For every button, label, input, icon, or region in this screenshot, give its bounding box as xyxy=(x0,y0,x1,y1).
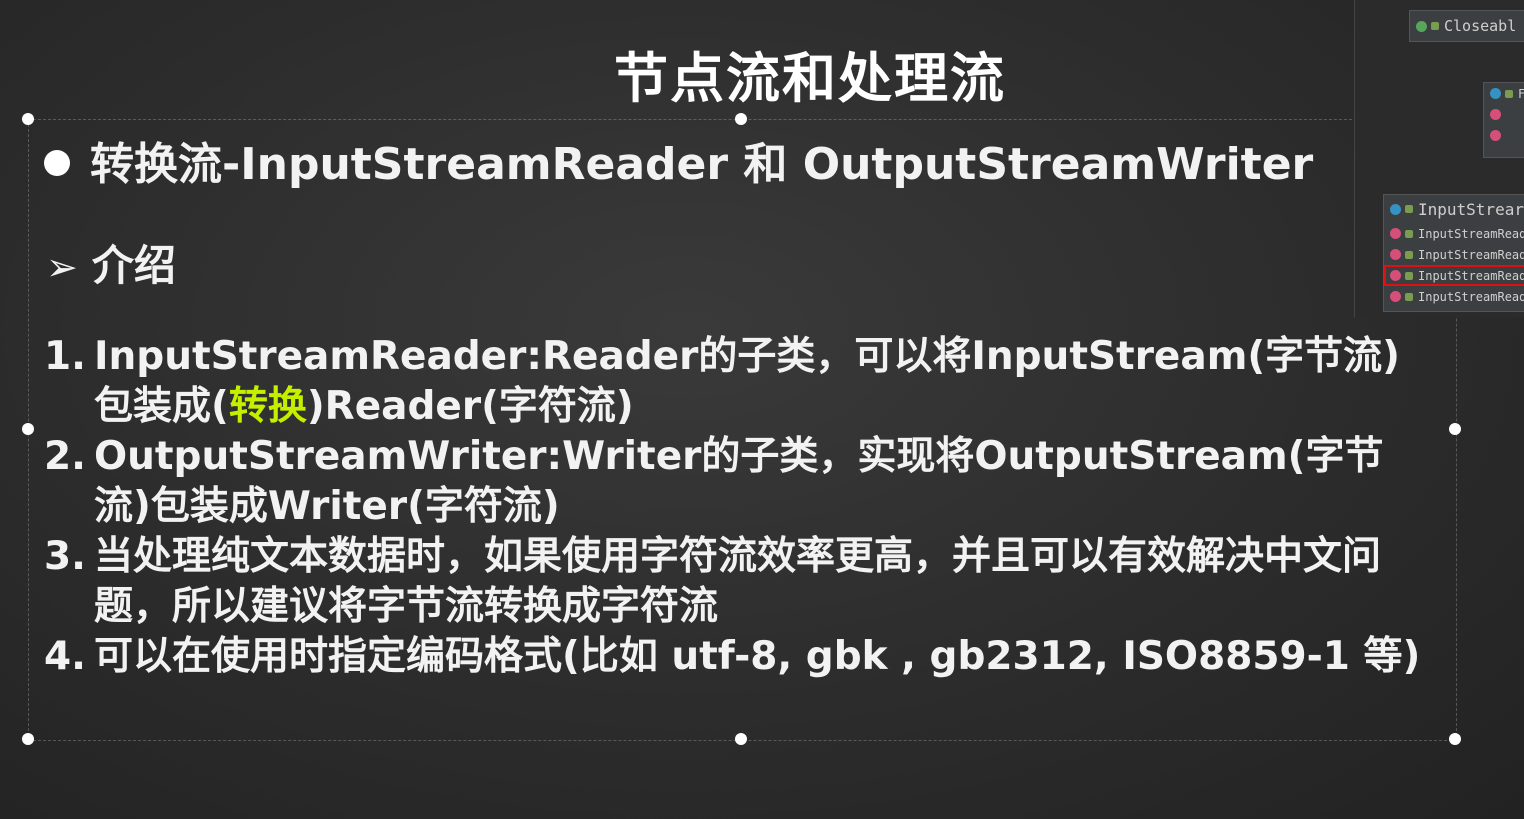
lock-icon xyxy=(1405,271,1413,280)
constructor-row[interactable]: InputStreamReade xyxy=(1384,223,1524,244)
list-item: 3. 当处理纯文本数据时，如果使用字符流效率更高，并且可以有效解决中文问题，所以… xyxy=(44,532,1434,632)
constructor-row[interactable]: InputStreamReade xyxy=(1384,244,1524,265)
middle-box-label: F xyxy=(1518,87,1524,101)
intro-list: 1. InputStreamReader:Reader的子类，可以将InputS… xyxy=(44,332,1434,682)
lock-icon xyxy=(1431,22,1439,30)
list-item: 1. InputStreamReader:Reader的子类，可以将InputS… xyxy=(44,332,1434,432)
lock-icon xyxy=(1405,292,1413,301)
list-item: 4. 可以在使用时指定编码格式(比如 utf-8, gbk , gb2312, … xyxy=(44,632,1434,682)
list-item-number: 1. xyxy=(44,334,86,379)
input-stream-reader-class-box[interactable]: InputStrear InputStreamReade InputStream… xyxy=(1383,194,1524,312)
class-icon xyxy=(1390,203,1401,215)
resize-handle-top-left[interactable] xyxy=(22,113,34,125)
list-item-text: 当处理纯文本数据时，如果使用字符流效率更高，并且可以有效解决中文问题，所以建议将… xyxy=(94,534,1382,629)
list-item-number: 4. xyxy=(44,634,86,679)
ide-diagram-panel: Closeabl F InputStrear InputStreamReade … xyxy=(1354,0,1524,318)
resize-handle-middle-right[interactable] xyxy=(1449,423,1461,435)
sub-heading: ➢ 介绍 xyxy=(46,232,176,293)
resize-handle-bottom-left[interactable] xyxy=(22,733,34,745)
arrow-bullet-icon: ➢ xyxy=(46,245,78,289)
method-icon xyxy=(1390,228,1401,239)
constructor-row[interactable]: InputStreamReade xyxy=(1384,286,1524,307)
class-icon xyxy=(1490,88,1501,99)
main-bullet-text: 转换流-InputStreamReader 和 OutputStreamWrit… xyxy=(90,139,1314,190)
list-item-text-end: )Reader(字符流) xyxy=(306,384,634,429)
input-stream-label: InputStrear xyxy=(1418,199,1524,219)
highlighted-text: 转换 xyxy=(228,384,307,429)
lock-icon xyxy=(1505,89,1513,98)
list-item-number: 3. xyxy=(44,534,86,579)
list-item-number: 2. xyxy=(44,434,86,479)
closeable-class-box[interactable]: Closeabl xyxy=(1409,10,1524,42)
closeable-label: Closeabl xyxy=(1444,17,1517,35)
resize-handle-bottom-right[interactable] xyxy=(1449,733,1461,745)
resize-handle-top-middle[interactable] xyxy=(735,113,747,125)
lock-icon xyxy=(1405,229,1413,238)
list-item-text: OutputStreamWriter:Writer的子类，实现将OutputSt… xyxy=(94,434,1384,529)
method-icon xyxy=(1490,130,1501,141)
resize-handle-bottom-middle[interactable] xyxy=(735,733,747,745)
list-item: 2. OutputStreamWriter:Writer的子类，实现将Outpu… xyxy=(44,432,1434,532)
lock-icon xyxy=(1405,250,1413,259)
list-item-text: 可以在使用时指定编码格式(比如 utf-8, gbk , gb2312, ISO… xyxy=(94,634,1421,679)
method-icon xyxy=(1490,109,1501,120)
reader-class-box[interactable]: F xyxy=(1483,82,1524,158)
method-icon xyxy=(1390,270,1401,281)
resize-handle-middle-left[interactable] xyxy=(22,423,34,435)
interface-icon xyxy=(1416,20,1427,32)
slide-title: 节点流和处理流 xyxy=(614,47,1006,110)
sub-heading-text: 介绍 xyxy=(91,241,176,290)
constructor-row-selected[interactable]: InputStreamReade xyxy=(1384,265,1524,286)
main-bullet: 转换流-InputStreamReader 和 OutputStreamWrit… xyxy=(44,128,1313,192)
bullet-dot-icon xyxy=(44,150,70,176)
method-icon xyxy=(1390,249,1401,260)
method-icon xyxy=(1390,291,1401,302)
lock-icon xyxy=(1405,205,1413,213)
